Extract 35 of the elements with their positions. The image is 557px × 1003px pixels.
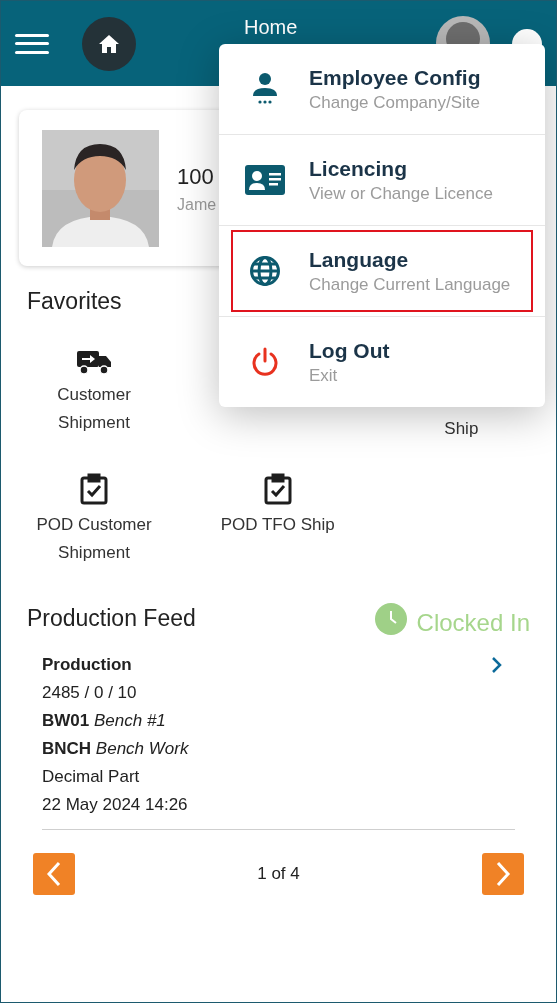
clipboard-check-icon xyxy=(262,472,293,505)
menu-item[interactable]: Language Change Current Language xyxy=(231,230,533,312)
feed-line: BNCH Bench Work xyxy=(42,737,190,760)
favorite-label[interactable]: POD TFO Ship xyxy=(220,510,335,539)
clock-icon xyxy=(374,602,407,635)
home-icon xyxy=(98,33,120,54)
next-button[interactable] xyxy=(482,852,524,895)
chevron-right-icon xyxy=(495,860,511,887)
employee-number: 100 xyxy=(177,162,215,191)
menu-item[interactable]: Employee Config Change Company/Site xyxy=(231,48,533,130)
feed-line: BW01 Bench #1 xyxy=(42,709,167,732)
feed-line: Decimal Part xyxy=(42,765,141,788)
person-icon xyxy=(251,72,279,106)
feed-line: 2485 / 0 / 10 xyxy=(42,681,138,704)
feed-line: Production xyxy=(42,653,133,676)
previous-button[interactable] xyxy=(33,852,75,895)
home-button[interactable] xyxy=(82,16,136,71)
favorite-label[interactable]: Customer Shipment xyxy=(57,380,131,437)
section-title: Favorites xyxy=(27,287,122,316)
chevron-left-icon xyxy=(46,860,62,887)
menu-item[interactable]: Licencing View or Change Licence xyxy=(231,139,533,221)
power-icon xyxy=(251,347,279,377)
clock-status: Clocked In xyxy=(416,607,530,638)
globe-icon xyxy=(249,255,281,287)
favorite-label[interactable]: POD Customer Shipment xyxy=(36,510,152,567)
section-title: Production Feed xyxy=(27,604,197,634)
page-title: Home xyxy=(244,15,298,38)
truck-icon xyxy=(76,348,112,375)
chevron-right-icon[interactable] xyxy=(491,655,503,674)
feed-line: 22 May 2024 14:26 xyxy=(42,793,189,816)
clipboard-check-icon xyxy=(79,472,109,505)
page-indicator: 1 of 4 xyxy=(257,862,300,885)
id-card-icon xyxy=(245,165,285,195)
menu-item[interactable]: Log Out Exit xyxy=(231,321,533,403)
employee-name: Jame xyxy=(177,194,217,215)
